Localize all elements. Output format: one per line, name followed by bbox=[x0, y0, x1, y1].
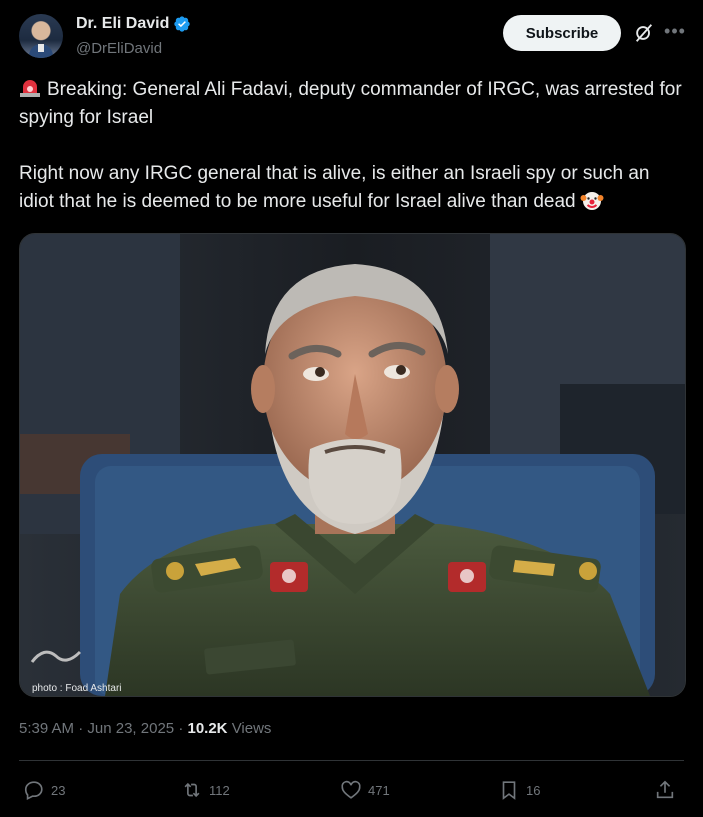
action-bar: 23 112 471 16 bbox=[19, 776, 684, 804]
meta-separator: · bbox=[78, 720, 84, 737]
like-count: 471 bbox=[368, 782, 390, 798]
subscribe-button[interactable]: Subscribe bbox=[503, 15, 621, 51]
like-button[interactable]: 471 bbox=[340, 776, 390, 804]
more-options-icon[interactable]: ••• bbox=[663, 20, 687, 44]
reply-icon bbox=[24, 781, 43, 801]
repost-count: 112 bbox=[209, 782, 230, 798]
bookmark-button[interactable]: 16 bbox=[498, 776, 540, 804]
tweet-text: Breaking: General Ali Fadavi, deputy com… bbox=[19, 76, 684, 216]
bookmark-icon bbox=[502, 781, 516, 800]
tweet-time[interactable]: 5:39 AM bbox=[19, 720, 74, 737]
tweet-photo[interactable]: photo : Foad Ashtari bbox=[19, 233, 686, 697]
repost-button[interactable]: 112 bbox=[181, 776, 230, 804]
share-icon bbox=[656, 780, 674, 799]
bookmark-count: 16 bbox=[526, 782, 541, 798]
views-count: 10.2K bbox=[187, 720, 228, 737]
photo-image: photo : Foad Ashtari bbox=[20, 234, 685, 696]
clown-face-icon bbox=[580, 192, 604, 210]
heart-icon bbox=[341, 780, 361, 799]
author-name-row[interactable]: Dr. Eli David bbox=[76, 15, 191, 33]
tweet-date[interactable]: Jun 23, 2025 bbox=[87, 720, 174, 737]
reply-button[interactable]: 23 bbox=[23, 776, 65, 804]
author-handle[interactable]: @DrEliDavid bbox=[76, 40, 162, 57]
rotating-light-icon bbox=[20, 80, 40, 97]
reply-count: 23 bbox=[51, 782, 66, 798]
avatar-collar bbox=[38, 44, 44, 52]
divider bbox=[19, 760, 684, 761]
tweet-line-1: Breaking: General Ali Fadavi, deputy com… bbox=[19, 79, 687, 128]
author-avatar[interactable] bbox=[19, 14, 63, 58]
share-button[interactable] bbox=[654, 776, 676, 804]
tweet-line-2: Right now any IRGC general that is alive… bbox=[19, 163, 655, 212]
tweet-meta: 5:39 AM · Jun 23, 2025 · 10.2K Views bbox=[19, 720, 271, 737]
photo-credit: photo : Foad Ashtari bbox=[32, 683, 122, 694]
views-label: Views bbox=[231, 720, 272, 737]
author-display-name[interactable]: Dr. Eli David bbox=[76, 15, 169, 33]
grok-icon[interactable] bbox=[633, 22, 655, 44]
meta-separator-2: · bbox=[178, 720, 184, 737]
verified-badge-icon bbox=[174, 16, 191, 32]
repost-icon bbox=[184, 782, 200, 798]
